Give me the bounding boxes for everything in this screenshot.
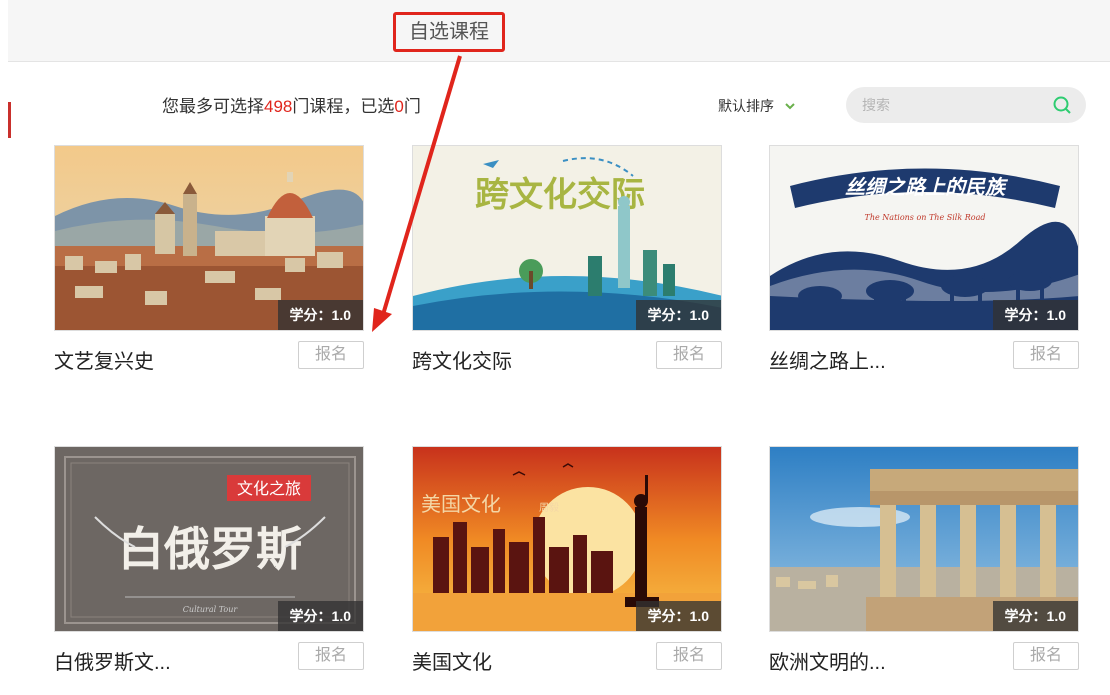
chevron-down-icon — [785, 103, 795, 110]
sort-label: 默认排序 — [718, 98, 774, 114]
credit-badge: 学分：1.0 — [992, 601, 1078, 631]
course-title[interactable]: 欧洲文明的... — [769, 646, 886, 675]
course-title[interactable]: 白俄罗斯文... — [54, 646, 171, 675]
art-tag: 周毅 — [539, 501, 559, 514]
sort-dropdown[interactable]: 默认排序 — [718, 96, 796, 116]
max-course-count: 498 — [264, 97, 293, 116]
left-edge-marker — [8, 102, 11, 138]
tab-elective-courses[interactable]: 自选课程 — [393, 12, 505, 52]
enroll-button[interactable]: 报名 — [656, 642, 722, 670]
art-text: 丝绸之路上的民族 — [845, 175, 1009, 199]
credit-badge: 学分：1.0 — [277, 300, 363, 330]
enroll-button[interactable]: 报名 — [298, 642, 364, 670]
enroll-button[interactable]: 报名 — [298, 341, 364, 369]
course-thumbnail[interactable]: 跨文化交际 学分：1.0 — [412, 145, 722, 331]
selected-course-count: 0 — [394, 97, 404, 116]
course-title[interactable]: 跨文化交际 — [412, 345, 512, 374]
art-subtext: The Nations on The Silk Road — [865, 213, 986, 222]
course-title[interactable]: 丝绸之路上... — [769, 345, 886, 374]
credit-badge: 学分：1.0 — [635, 300, 721, 330]
enroll-button[interactable]: 报名 — [656, 341, 722, 369]
info-prefix: 您最多可选择 — [162, 97, 264, 116]
enroll-button[interactable]: 报名 — [1013, 642, 1079, 670]
course-card[interactable]: 文化之旅 白俄罗斯 Cultural Tour 学分：1.0 白俄罗斯文... … — [54, 446, 364, 674]
info-middle: 门课程，已选 — [292, 97, 395, 116]
search-icon[interactable] — [1052, 95, 1072, 115]
course-card[interactable]: 学分：1.0 文艺复兴史 报名 — [54, 145, 364, 373]
art-tag: 文化之旅 — [237, 479, 301, 498]
credit-badge: 学分：1.0 — [277, 601, 363, 631]
credit-badge: 学分：1.0 — [992, 300, 1078, 330]
course-thumbnail[interactable]: 文化之旅 白俄罗斯 Cultural Tour 学分：1.0 — [54, 446, 364, 632]
enroll-button[interactable]: 报名 — [1013, 341, 1079, 369]
course-thumbnail[interactable]: 学分：1.0 — [769, 446, 1079, 632]
credit-badge: 学分：1.0 — [635, 601, 721, 631]
art-footer: Cultural Tour — [183, 605, 239, 614]
course-title[interactable]: 美国文化 — [412, 646, 492, 675]
info-suffix: 门 — [403, 97, 421, 116]
course-thumbnail[interactable]: 学分：1.0 — [54, 145, 364, 331]
course-card[interactable]: 美国文化 周毅 学分：1.0 美国文化 报名 — [412, 446, 722, 674]
course-card[interactable]: 丝绸之路上的民族 The Nations on The Silk Road 学分… — [769, 145, 1079, 373]
course-thumbnail[interactable]: 美国文化 周毅 学分：1.0 — [412, 446, 722, 632]
search-box — [846, 87, 1086, 123]
course-card[interactable]: 学分：1.0 欧洲文明的... 报名 — [769, 446, 1079, 674]
course-title[interactable]: 文艺复兴史 — [54, 345, 154, 374]
tab-bar — [8, 0, 1110, 62]
search-input[interactable] — [862, 87, 1042, 123]
course-thumbnail[interactable]: 丝绸之路上的民族 The Nations on The Silk Road 学分… — [769, 145, 1079, 331]
art-text: 美国文化 — [421, 492, 501, 516]
selection-info: 您最多可选择498门课程，已选0门 — [162, 92, 421, 117]
art-text: 白俄罗斯 — [118, 522, 302, 576]
course-card[interactable]: 跨文化交际 学分：1.0 跨文化交际 报名 — [412, 145, 722, 373]
course-selection-page: 自选课程 您最多可选择498门课程，已选0门 默认排序 搜索 学分：1.0 文艺… — [0, 0, 1110, 695]
